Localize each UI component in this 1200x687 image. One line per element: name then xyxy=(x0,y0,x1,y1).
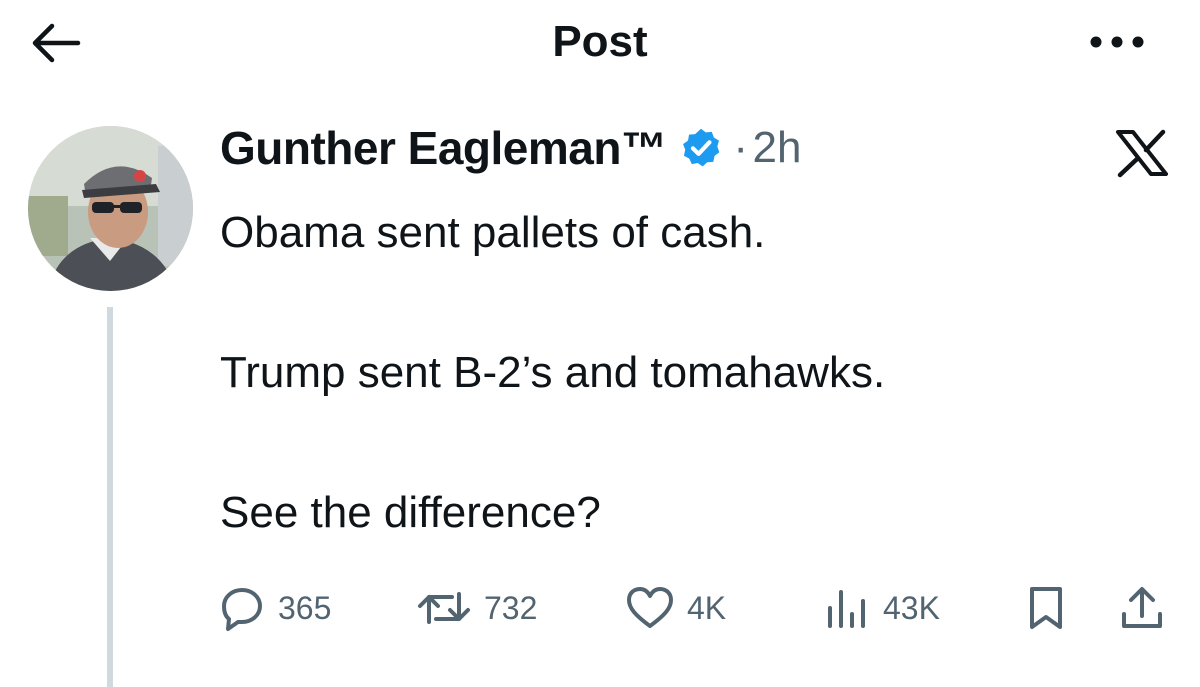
reply-button[interactable]: 365 xyxy=(218,580,331,636)
share-icon xyxy=(1122,587,1162,628)
repost-icon xyxy=(418,592,470,624)
views-button[interactable]: 43K xyxy=(825,580,940,636)
repost-count: 732 xyxy=(484,589,538,626)
reply-count: 365 xyxy=(278,589,332,626)
bookmark-button[interactable] xyxy=(1026,580,1066,636)
repost-button[interactable]: 732 xyxy=(416,580,537,636)
top-bar: Post xyxy=(0,0,1200,90)
share-button[interactable] xyxy=(1118,580,1166,636)
like-button[interactable]: 4K xyxy=(625,580,726,636)
reply-icon xyxy=(222,588,262,631)
separator-dot: · xyxy=(733,123,749,172)
post-time[interactable]: 2h xyxy=(752,118,801,178)
more-horizontal-icon xyxy=(1090,36,1144,48)
analytics-icon xyxy=(828,590,865,628)
post-header: Gunther Eagleman™ · 2h xyxy=(220,118,801,184)
action-bar: 365 732 4K 43K xyxy=(0,580,1200,636)
heart-icon xyxy=(627,587,673,628)
author-name[interactable]: Gunther Eagleman™ xyxy=(220,118,667,178)
verified-badge-icon xyxy=(679,126,723,170)
like-count: 4K xyxy=(687,589,727,626)
x-logo-icon xyxy=(1114,128,1170,178)
more-button[interactable] xyxy=(1082,22,1152,62)
avatar-image xyxy=(28,126,193,291)
page-title: Post xyxy=(552,17,648,66)
post-text: Obama sent pallets of cash. Trump sent B… xyxy=(220,208,886,537)
bookmark-icon xyxy=(1030,587,1062,629)
views-count: 43K xyxy=(883,589,940,626)
avatar[interactable] xyxy=(28,126,193,291)
